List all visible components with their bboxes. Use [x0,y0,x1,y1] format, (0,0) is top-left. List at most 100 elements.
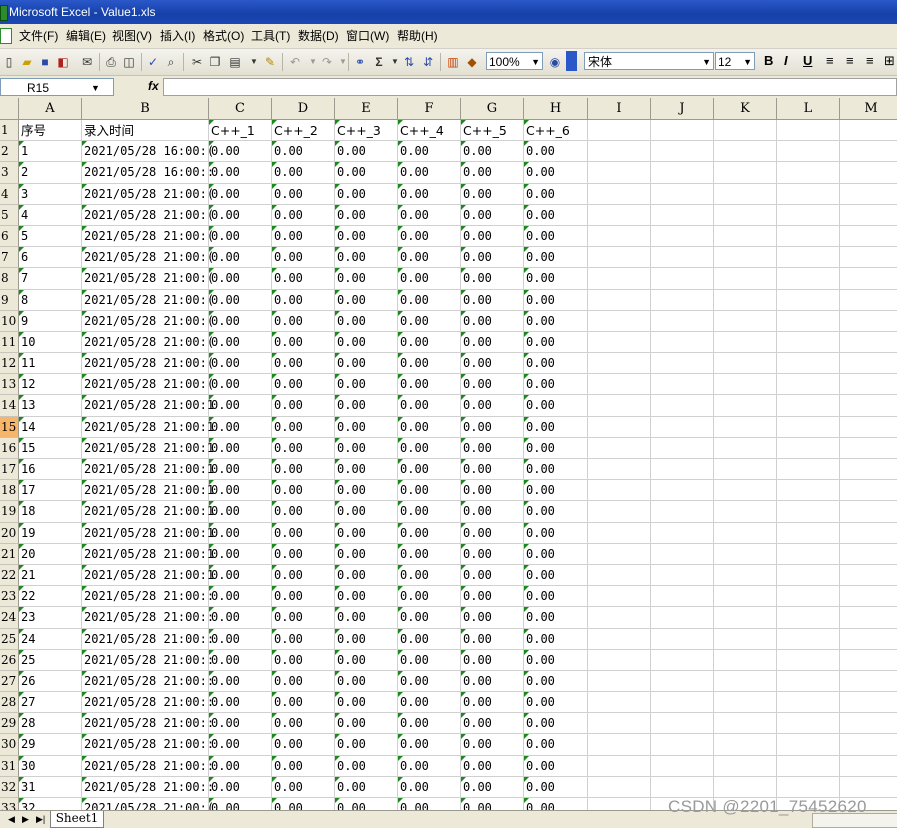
cell-k[interactable] [714,331,777,354]
cell-c[interactable]: 0.00 [209,141,272,163]
cell-b[interactable]: 2021/05/28 21:00:: [82,586,214,608]
cell-l[interactable] [777,755,840,777]
align-right-icon[interactable]: ≡ [866,53,874,69]
cell-g[interactable]: 0.00 [461,374,524,396]
cell-c[interactable]: 0.00 [209,225,272,248]
cell-i[interactable] [588,353,651,375]
cell-k[interactable] [714,395,777,417]
cell-d[interactable]: 0.00 [272,395,335,417]
cell-i[interactable] [588,459,651,481]
cell-m[interactable] [840,629,897,650]
cell-a[interactable]: 27 [19,692,82,714]
last-sheet-icon[interactable]: ▶| [36,812,45,826]
cell-a[interactable]: 4 [19,204,82,226]
cell-h[interactable]: 0.00 [524,247,588,269]
cell-f[interactable]: 0.00 [398,755,461,777]
row-header[interactable]: 27 [0,670,19,693]
cell-m[interactable] [840,374,897,396]
autosum-icon[interactable]: Σ [372,55,386,69]
cell-f[interactable]: C++_4 [398,120,461,142]
cell-h[interactable]: 0.00 [524,141,588,163]
bold-button[interactable]: B [764,53,773,69]
cell-l[interactable] [777,353,840,375]
cell-f[interactable]: 0.00 [398,670,461,693]
row-header[interactable]: 11 [0,331,19,354]
save-icon[interactable]: ■ [38,55,52,69]
cell-g[interactable]: 0.00 [461,289,524,311]
cell-m[interactable] [840,226,897,248]
menu-format[interactable]: 格式(O) [203,24,244,48]
cell-m[interactable] [840,120,897,142]
cell-e[interactable]: 0.00 [335,798,398,810]
cell-b[interactable]: 2021/05/28 21:00:: [82,776,214,798]
cell-d[interactable]: 0.00 [272,310,335,332]
cell-b[interactable]: 2021/05/28 21:00:: [82,734,214,756]
cell-i[interactable] [588,225,651,248]
cell-a[interactable]: 1 [19,141,82,163]
cell-k[interactable] [714,225,777,248]
row-header[interactable]: 10 [0,310,19,332]
row-header[interactable]: 21 [0,543,19,565]
cell-k[interactable] [714,586,777,608]
cell-f[interactable]: 0.00 [398,459,461,481]
cell-k[interactable] [714,480,777,502]
row-header[interactable]: 12 [0,353,19,375]
cell-i[interactable] [588,564,651,587]
menu-file[interactable]: 文件(F) [19,24,58,48]
cell-g[interactable]: 0.00 [461,268,524,290]
zoom-select[interactable]: 100% ▼ [486,52,543,70]
select-all-corner[interactable] [0,98,19,120]
cell-i[interactable] [588,162,651,184]
cell-m[interactable] [840,332,897,354]
cell-m[interactable] [840,311,897,332]
cell-b[interactable]: 2021/05/28 21:00:1 [82,564,214,587]
cell-c[interactable]: 0.00 [209,692,272,714]
cell-d[interactable]: 0.00 [272,734,335,756]
cell-g[interactable]: 0.00 [461,649,524,671]
cell-b[interactable]: 录入时间 [82,120,209,142]
cell-m[interactable] [840,607,897,629]
cell-e[interactable]: C++_3 [335,120,398,142]
cell-j[interactable] [651,480,714,502]
cell-e[interactable]: 0.00 [335,353,398,375]
cell-k[interactable] [714,522,777,544]
cell-a[interactable]: 32 [19,798,82,810]
cell-i[interactable] [588,649,651,671]
cell-i[interactable] [588,120,651,142]
cell-d[interactable]: 0.00 [272,374,335,396]
column-header-g[interactable]: G [461,98,524,120]
print-icon[interactable]: ⎙ [104,55,118,69]
cell-a[interactable]: 23 [19,607,82,629]
cell-j[interactable] [651,755,714,777]
cell-c[interactable]: 0.00 [209,310,272,332]
cell-j[interactable] [651,543,714,565]
cell-a[interactable]: 21 [19,564,82,587]
row-header[interactable]: 22 [0,564,19,587]
cell-l[interactable] [777,437,840,459]
cell-k[interactable] [714,607,777,629]
cell-d[interactable]: 0.00 [272,628,335,650]
underline-button[interactable]: U [803,53,812,69]
cell-d[interactable]: 0.00 [272,670,335,693]
cell-h[interactable]: 0.00 [524,204,588,226]
cell-j[interactable] [651,225,714,248]
permission-icon[interactable]: ◧ [56,55,70,69]
cell-e[interactable]: 0.00 [335,395,398,417]
row-header[interactable]: 20 [0,522,19,544]
cell-f[interactable]: 0.00 [398,628,461,650]
cell-j[interactable] [651,162,714,184]
cell-h[interactable]: 0.00 [524,437,588,459]
cell-l[interactable] [777,586,840,608]
cell-h[interactable]: 0.00 [524,183,588,205]
cell-c[interactable]: 0.00 [209,437,272,459]
cell-a[interactable]: 16 [19,459,82,481]
cell-f[interactable]: 0.00 [398,374,461,396]
cell-k[interactable] [714,734,777,756]
cell-i[interactable] [588,331,651,354]
cell-m[interactable] [840,756,897,777]
cell-e[interactable]: 0.00 [335,607,398,629]
column-header-b[interactable]: B [82,98,209,120]
row-header[interactable]: 17 [0,459,19,481]
cell-g[interactable]: 0.00 [461,225,524,248]
cell-g[interactable]: 0.00 [461,776,524,798]
